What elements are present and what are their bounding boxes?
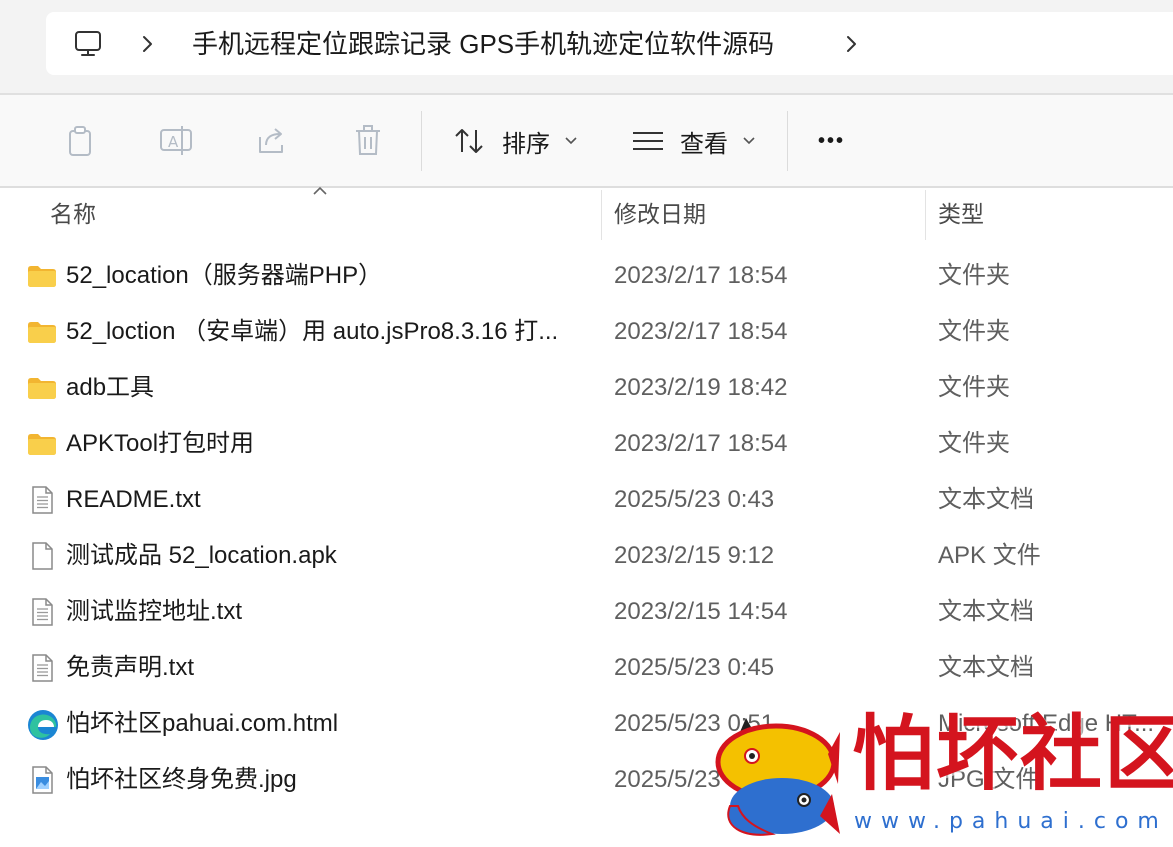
delete-button[interactable] bbox=[348, 119, 388, 163]
file-row[interactable]: README.txt 2025/5/23 0:43 文本文档 bbox=[0, 472, 1173, 528]
column-separator[interactable] bbox=[601, 190, 602, 240]
rename-button[interactable]: A bbox=[156, 119, 196, 163]
file-name[interactable]: 52_location（服务器端PHP） bbox=[66, 258, 576, 294]
more-options-button[interactable]: ••• bbox=[818, 117, 845, 165]
file-name[interactable]: 怕坏社区终身免费.jpg bbox=[66, 762, 576, 798]
text-file-icon bbox=[26, 652, 58, 684]
folder-icon bbox=[26, 372, 58, 404]
view-icon bbox=[633, 132, 663, 150]
folder-icon bbox=[26, 260, 58, 292]
sort-icon bbox=[455, 129, 483, 153]
edge-icon bbox=[26, 708, 58, 740]
file-type: 文本文档 bbox=[938, 654, 1034, 681]
watermark-url: www.pahuai.com bbox=[854, 809, 1168, 834]
delete-icon bbox=[356, 125, 380, 155]
chevron-right-icon[interactable] bbox=[138, 32, 158, 56]
folder-icon bbox=[26, 316, 58, 348]
column-header-date[interactable]: 修改日期 bbox=[614, 196, 706, 232]
divider bbox=[0, 186, 1173, 188]
column-separator[interactable] bbox=[925, 190, 926, 240]
command-bar: A 排序 查看 ••• bbox=[0, 95, 1173, 187]
chevron-right-icon[interactable] bbox=[842, 32, 862, 56]
file-name[interactable]: 52_loction （安卓端）用 auto.jsPro8.3.16 打... bbox=[66, 314, 576, 350]
file-type: 文件夹 bbox=[938, 430, 1010, 457]
rename-icon: A bbox=[160, 126, 192, 155]
watermark: 怕坏社区 www.pahuai.com bbox=[700, 700, 1173, 847]
svg-text:A: A bbox=[168, 133, 179, 151]
file-type: 文本文档 bbox=[938, 598, 1034, 625]
file-name[interactable]: APKTool打包时用 bbox=[66, 426, 576, 462]
file-row[interactable]: 52_location（服务器端PHP） 2023/2/17 18:54 文件夹 bbox=[0, 248, 1173, 304]
file-row[interactable]: APKTool打包时用 2023/2/17 18:54 文件夹 bbox=[0, 416, 1173, 472]
column-header-type[interactable]: 类型 bbox=[938, 196, 984, 232]
watermark-title: 怕坏社区 bbox=[852, 706, 1173, 802]
fish-logo-icon bbox=[715, 718, 840, 836]
sort-ascending-icon bbox=[313, 186, 327, 195]
file-name[interactable]: 怕坏社区pahuai.com.html bbox=[66, 706, 576, 742]
file-type: 文件夹 bbox=[938, 318, 1010, 345]
file-type: 文本文档 bbox=[938, 486, 1034, 513]
toolbar-separator bbox=[421, 111, 422, 171]
address-bar[interactable]: 手机远程定位跟踪记录 GPS手机轨迹定位软件源码 bbox=[46, 12, 1173, 75]
chevron-down-icon bbox=[743, 137, 755, 145]
text-file-icon bbox=[26, 484, 58, 516]
file-row[interactable]: 免责声明.txt 2025/5/23 0:45 文本文档 bbox=[0, 640, 1173, 696]
file-modified-date: 2025/5/23 0:43 bbox=[614, 486, 775, 513]
copy-icon bbox=[69, 126, 91, 156]
address-bar-area: 手机远程定位跟踪记录 GPS手机轨迹定位软件源码 bbox=[0, 0, 1173, 94]
file-type: 文件夹 bbox=[938, 262, 1010, 289]
copy-button[interactable] bbox=[60, 119, 100, 163]
chevron-down-icon bbox=[565, 137, 577, 145]
file-name[interactable]: 免责声明.txt bbox=[66, 650, 576, 686]
file-row[interactable]: adb工具 2023/2/19 18:42 文件夹 bbox=[0, 360, 1173, 416]
sort-menu-button[interactable]: 排序 bbox=[452, 117, 578, 165]
file-row[interactable]: 测试成品 52_location.apk 2023/2/15 9:12 APK 文件 bbox=[0, 528, 1173, 584]
share-icon bbox=[259, 128, 283, 153]
view-label: 查看 bbox=[680, 130, 728, 158]
file-name[interactable]: 测试成品 52_location.apk bbox=[66, 538, 576, 574]
file-modified-date: 2025/5/23 0:45 bbox=[614, 654, 775, 681]
file-type: 文件夹 bbox=[938, 374, 1010, 401]
view-menu-button[interactable]: 查看 bbox=[632, 117, 756, 165]
computer-icon[interactable] bbox=[72, 28, 104, 60]
share-button[interactable] bbox=[252, 119, 292, 163]
file-name[interactable]: README.txt bbox=[66, 482, 576, 518]
file-modified-date: 2023/2/17 18:54 bbox=[614, 262, 788, 289]
folder-icon bbox=[26, 428, 58, 460]
file-type: APK 文件 bbox=[938, 542, 1041, 569]
breadcrumb-current-folder[interactable]: 手机远程定位跟踪记录 GPS手机轨迹定位软件源码 bbox=[192, 26, 774, 62]
file-modified-date: 2023/2/15 9:12 bbox=[614, 542, 775, 569]
blank-file-icon bbox=[26, 540, 58, 572]
image-file-icon bbox=[26, 764, 58, 796]
file-modified-date: 2023/2/17 18:54 bbox=[614, 318, 788, 345]
file-modified-date: 2023/2/15 14:54 bbox=[614, 598, 788, 625]
column-header-name[interactable]: 名称 bbox=[50, 196, 96, 232]
file-name[interactable]: adb工具 bbox=[66, 370, 576, 406]
text-file-icon bbox=[26, 596, 58, 628]
file-modified-date: 2023/2/17 18:54 bbox=[614, 430, 788, 457]
toolbar-separator bbox=[787, 111, 788, 171]
more-icon: ••• bbox=[818, 129, 846, 152]
file-modified-date: 2023/2/19 18:42 bbox=[614, 374, 788, 401]
sort-label: 排序 bbox=[502, 130, 550, 158]
file-row[interactable]: 测试监控地址.txt 2023/2/15 14:54 文本文档 bbox=[0, 584, 1173, 640]
file-name[interactable]: 测试监控地址.txt bbox=[66, 594, 576, 630]
file-row[interactable]: 52_loction （安卓端）用 auto.jsPro8.3.16 打... 2… bbox=[0, 304, 1173, 360]
